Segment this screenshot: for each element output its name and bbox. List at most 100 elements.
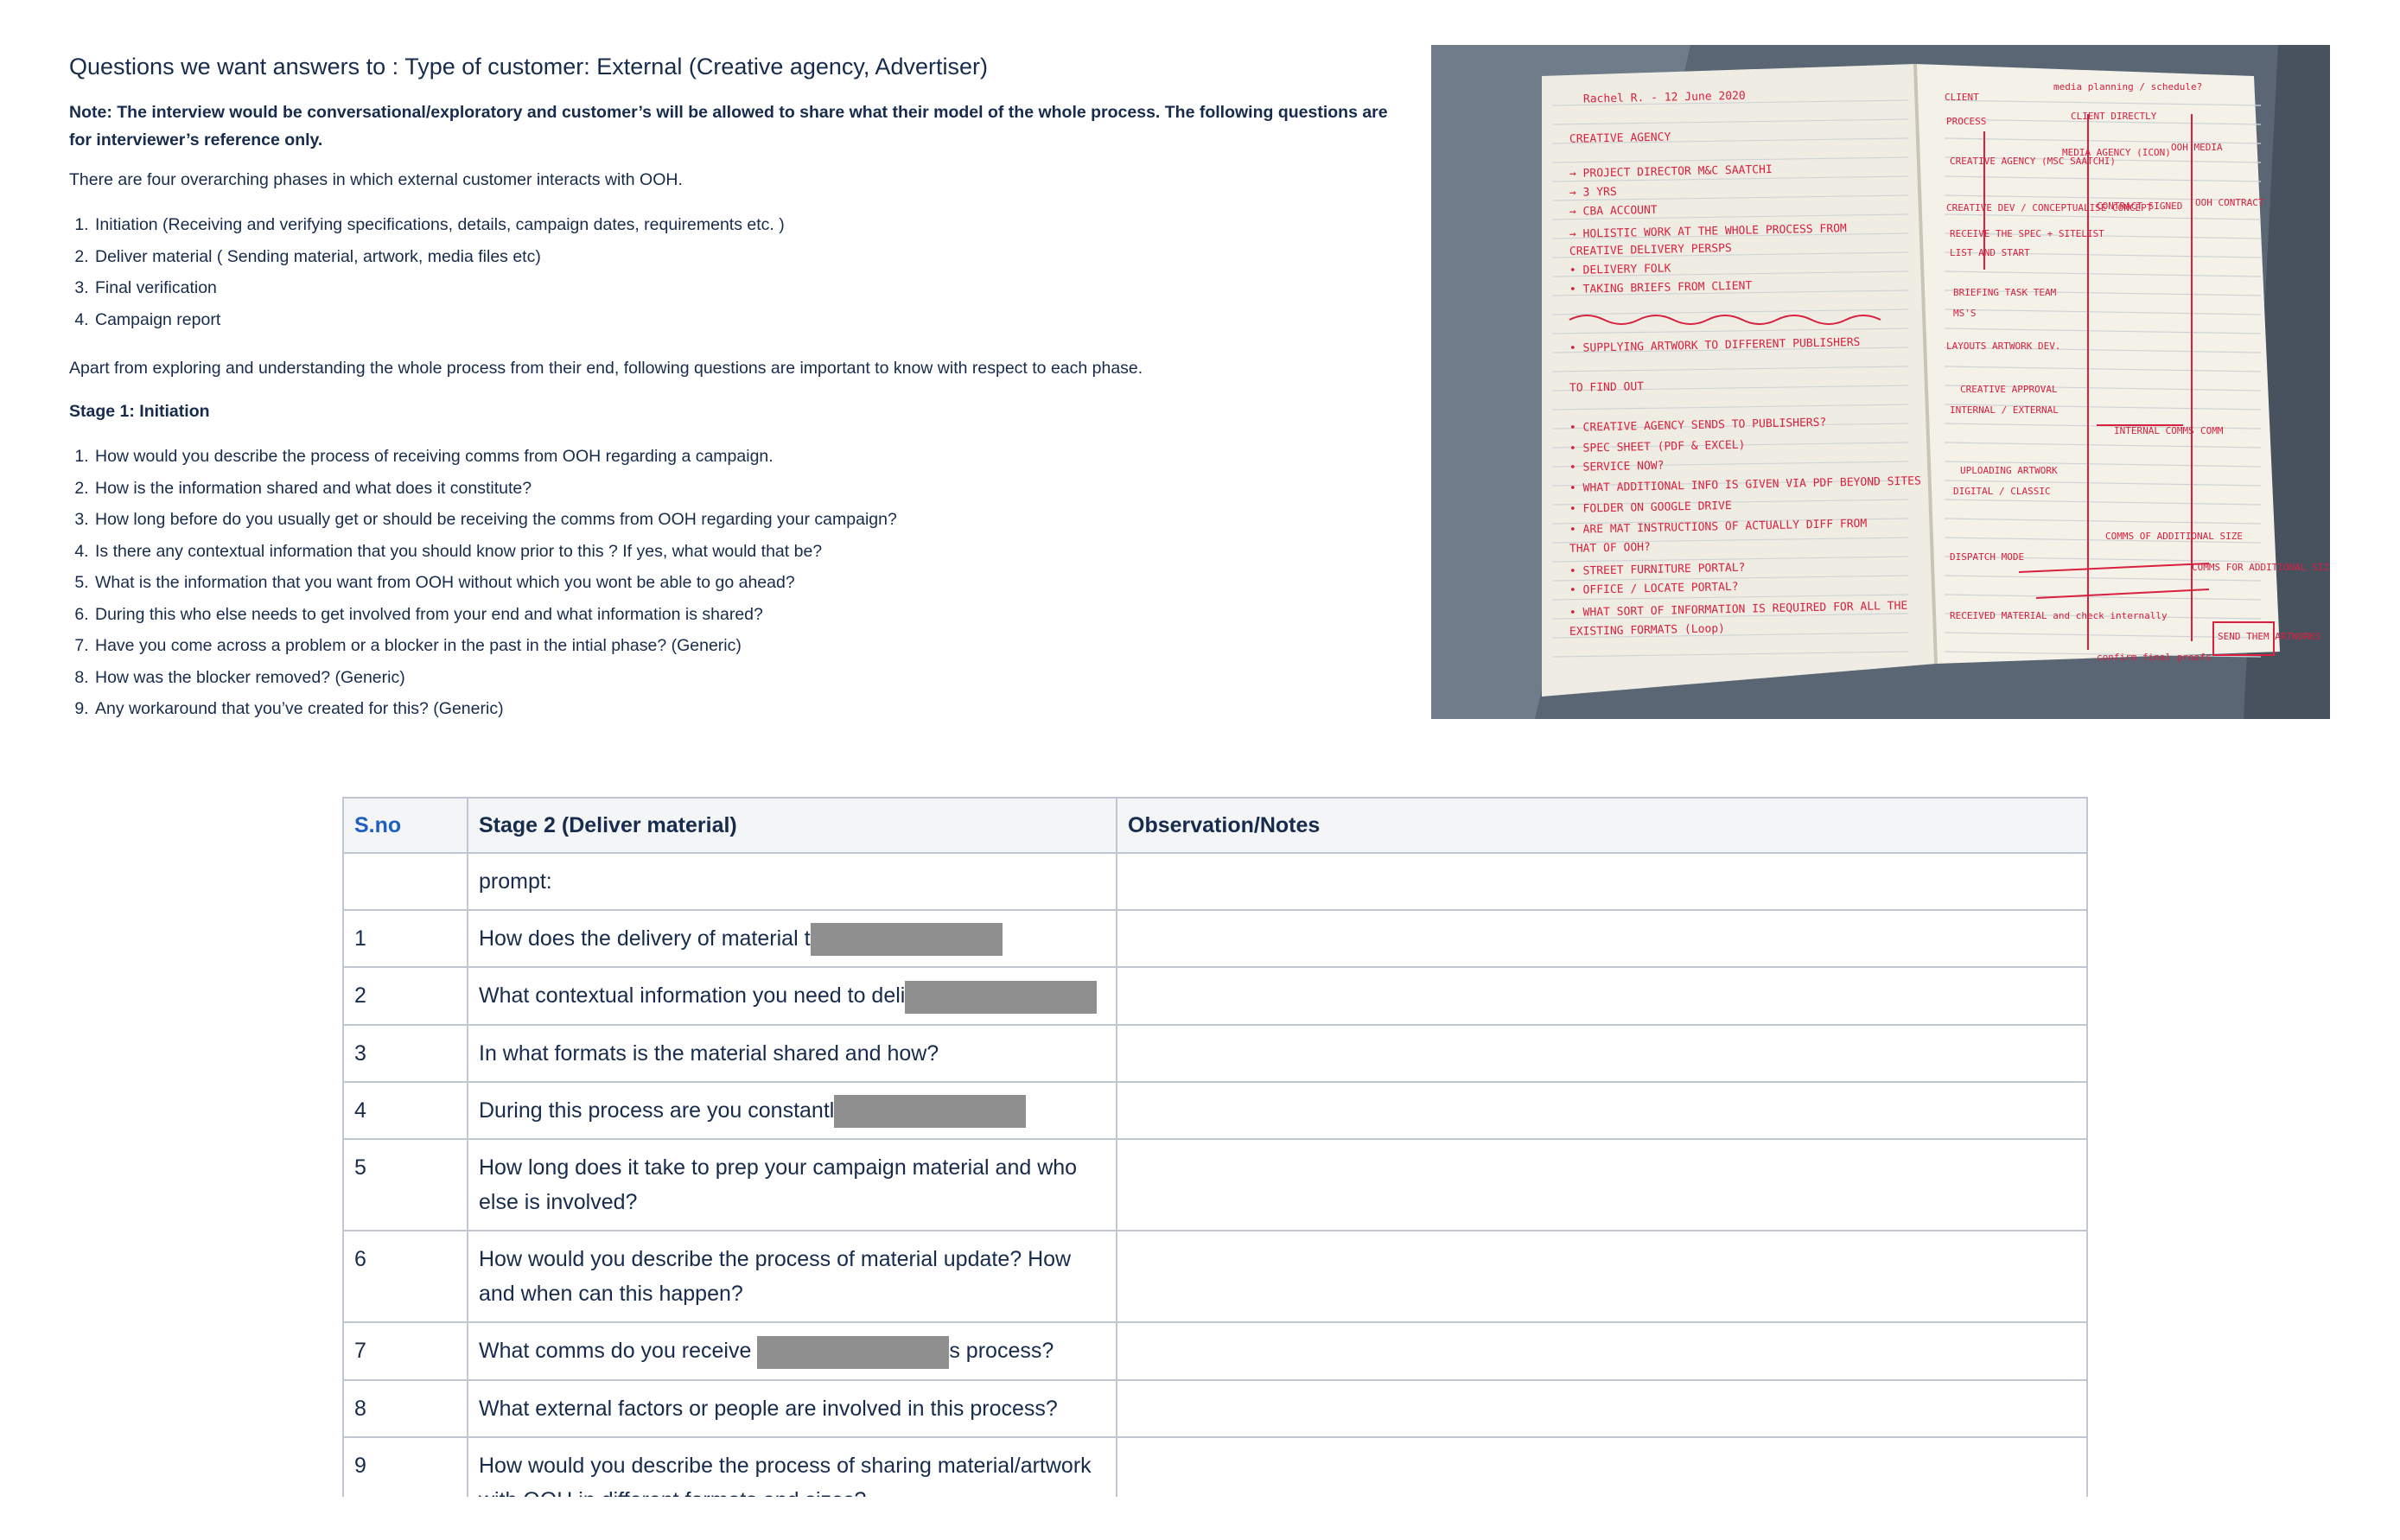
row-notes[interactable] [1116,908,2088,969]
row-question-text: How does the delivery of material t [479,926,811,951]
handwritten-line: CLIENT DIRECTLY [2071,111,2157,122]
table-row: prompt: [342,852,2088,911]
row-notes[interactable] [1116,852,2088,911]
handwritten-line: MEDIA AGENCY (ICON) [2062,147,2171,158]
notebook-drawing: Rachel R. - 12 June 2020CREATIVE AGENCY→… [1431,45,2330,719]
handwritten-line: OOH MEDIA [2171,142,2223,153]
question-item: What is the information that you want fr… [93,567,1391,599]
notebook-photo: Rachel R. - 12 June 2020 CREATIVE AGENCY →… [1431,45,2330,719]
handwritten-line: RECEIVED MATERIAL and check internally [1950,610,2168,621]
handwritten-line: SEND THEM ARTWORKS [2218,631,2320,642]
row-number: 8 [342,1378,468,1438]
question-item: Any workaround that you’ve created for t… [93,693,1391,725]
row-number [342,852,468,911]
handwritten-line: DIGITAL / CLASSIC [1953,486,2051,497]
handwritten-line: RECEIVE THE SPEC + SITELIST [1950,228,2104,239]
row-notes[interactable] [1116,966,2088,1026]
handwritten-line: COMM [2200,425,2224,436]
stage2-table: S.no Stage 2 (Deliver material) Observat… [342,797,2088,1497]
redaction-block [757,1335,950,1369]
handwritten-line: OOH CONTRACT [2195,197,2264,208]
question-item: How is the information shared and what d… [93,473,1391,505]
handwritten-line: LIST AND START [1950,247,2030,258]
row-notes[interactable] [1116,1138,2088,1232]
row-question: During this process are you constantl [467,1080,1117,1141]
page-title: Questions we want answers to : Type of c… [69,54,988,80]
row-notes[interactable] [1116,1080,2088,1141]
row-question: How would you describe the process of sh… [467,1435,1117,1497]
handwritten-line: LAYOUTS ARTWORK DEV. [1946,340,2060,352]
handwritten-line: → CBA ACCOUNT [1569,204,1658,219]
phase-item: Final verification [93,272,1391,304]
row-notes[interactable] [1116,1378,2088,1438]
row-number: 6 [342,1230,468,1324]
row-question-text-after: s process? [949,1339,1054,1364]
handwritten-line: COMMS OF ADDITIONAL SIZE [2105,531,2243,542]
row-question: prompt: [467,852,1117,911]
handwritten-line: CREATIVE APPROVAL [1960,384,2058,395]
row-number: 1 [342,908,468,969]
interviewer-note: Note: The interview would be conversatio… [69,103,1388,150]
handwritten-line: MS'S [1953,308,1977,319]
row-notes[interactable] [1116,1023,2088,1083]
table-row: 8 What external factors or people are in… [342,1378,2088,1438]
row-question: What comms do you receive s process? [467,1321,1117,1381]
phases-intro: There are four overarching phases in whi… [69,170,683,189]
question-item: How long before do you usually get or sh… [93,504,1391,536]
phases-list: Initiation (Receiving and verifying spec… [69,209,1391,335]
redaction-block [810,923,1003,957]
table-row: 2 What contextual information you need t… [342,966,2088,1026]
handwritten-line: CONTRACT SIGNED [2097,200,2182,212]
table-row: 3 In what formats is the material shared… [342,1023,2088,1083]
handwritten-line: INTERNAL COMMS [2114,425,2194,436]
table-row: 5 How long does it take to prep your cam… [342,1138,2088,1232]
row-question: What external factors or people are invo… [467,1378,1117,1438]
handwritten-line: BRIEFING TASK TEAM [1953,287,2057,298]
row-question: How does the delivery of material t [467,908,1117,969]
handwritten-line: COMMS FOR ADDITIONAL SIZE [2192,562,2330,573]
row-question: How would you describe the process of ma… [467,1230,1117,1324]
table-row: 9 How would you describe the process of … [342,1435,2088,1497]
question-item: Have you come across a problem or a bloc… [93,630,1391,662]
row-number: 4 [342,1080,468,1141]
question-item: How would you describe the process of re… [93,441,1391,473]
redaction-block [834,1095,1027,1129]
handwritten-line: CLIENT [1945,92,1979,103]
phase-item: Initiation (Receiving and verifying spec… [93,209,1391,241]
handwritten-line: • SERVICE NOW? [1569,460,1665,474]
stage2-table-container: S.no Stage 2 (Deliver material) Observat… [342,797,2088,1497]
column-header-notes: Observation/Notes [1116,797,2088,854]
handwritten-line: DISPATCH MODE [1950,551,2024,563]
row-question: In what formats is the material shared a… [467,1023,1117,1083]
interview-guide: Questions we want answers to : Type of c… [69,50,1391,744]
stage1-questions: How would you describe the process of re… [69,441,1391,725]
row-question: What contextual information you need to … [467,966,1117,1026]
table-row: 7 What comms do you receive s process? [342,1321,2088,1381]
row-question-text: What comms do you receive [479,1339,752,1364]
stage1-title: Stage 1: Initiation [69,402,210,421]
row-question-text: During this process are you constantl [479,1098,835,1123]
question-item: How was the blocker removed? (Generic) [93,662,1391,694]
handwritten-line: TO FIND OUT [1569,380,1645,395]
column-header-sno: S.no [342,797,468,854]
row-number: 2 [342,966,468,1026]
handwritten-line: media planning / schedule? [2053,81,2202,92]
row-number: 7 [342,1321,468,1381]
row-question-text: What contextual information you need to … [479,983,906,1009]
row-number: 5 [342,1138,468,1232]
row-notes[interactable] [1116,1321,2088,1381]
handwritten-line: CREATIVE AGENCY [1569,130,1671,145]
handwritten-line: PROCESS [1946,116,1986,127]
row-notes[interactable] [1116,1435,2088,1497]
row-question: How long does it take to prep your campa… [467,1138,1117,1232]
handwritten-line: • DELIVERY FOLK [1569,262,1671,277]
row-notes[interactable] [1116,1230,2088,1324]
table-row: 1 How does the delivery of material t [342,908,2088,969]
table-header-row: S.no Stage 2 (Deliver material) Observat… [342,797,2088,854]
handwritten-line: THAT OF OOH? [1569,541,1651,556]
row-number: 9 [342,1435,468,1497]
handwritten-line: INTERNAL / EXTERNAL [1950,404,2059,416]
question-item: Is there any contextual information that… [93,536,1391,568]
row-number: 3 [342,1023,468,1083]
table-row: 4 During this process are you constantl [342,1080,2088,1141]
